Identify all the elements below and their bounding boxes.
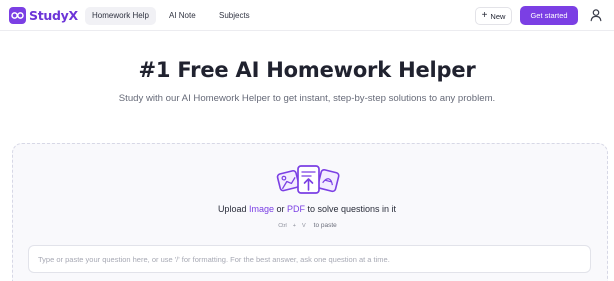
plus-icon: + (481, 10, 488, 21)
page-subtitle: Study with our AI Homework Helper to get… (118, 93, 496, 104)
brand-name: StudyX (29, 8, 78, 23)
upload-illustration-icon[interactable] (276, 165, 342, 195)
shortcut-key-ctrl: Ctrl (278, 222, 287, 229)
get-started-button[interactable]: Get started (520, 6, 578, 25)
upload-or: or (273, 204, 287, 214)
shortcut-plus: + (292, 222, 296, 229)
upload-instruction: Upload Image or PDF to solve questions i… (0, 204, 614, 214)
studyx-logo-icon (9, 7, 26, 24)
shortcut-key-v: V (301, 222, 306, 229)
upload-suffix: to solve questions in it (305, 204, 397, 214)
paste-label: to paste (313, 222, 337, 229)
upload-prefix: Upload (217, 204, 249, 214)
nav-subjects[interactable]: Subjects (212, 7, 257, 25)
new-button-label: New (490, 11, 506, 21)
top-header: StudyX Homework Help AI Note Subjects + … (0, 0, 614, 31)
nav-ai-note[interactable]: AI Note (162, 7, 203, 25)
user-icon[interactable] (589, 8, 603, 22)
nav-homework-help[interactable]: Homework Help (85, 7, 156, 25)
paste-shortcut-hint: Ctrl + V to paste (0, 222, 614, 229)
question-input[interactable] (28, 245, 591, 273)
new-button[interactable]: + New (475, 7, 512, 25)
upload-image-link[interactable]: Image (249, 204, 274, 214)
page-title: #1 Free AI Homework Helper (138, 58, 476, 82)
brand-logo[interactable]: StudyX (9, 6, 78, 25)
upload-pdf-link[interactable]: PDF (287, 204, 305, 214)
